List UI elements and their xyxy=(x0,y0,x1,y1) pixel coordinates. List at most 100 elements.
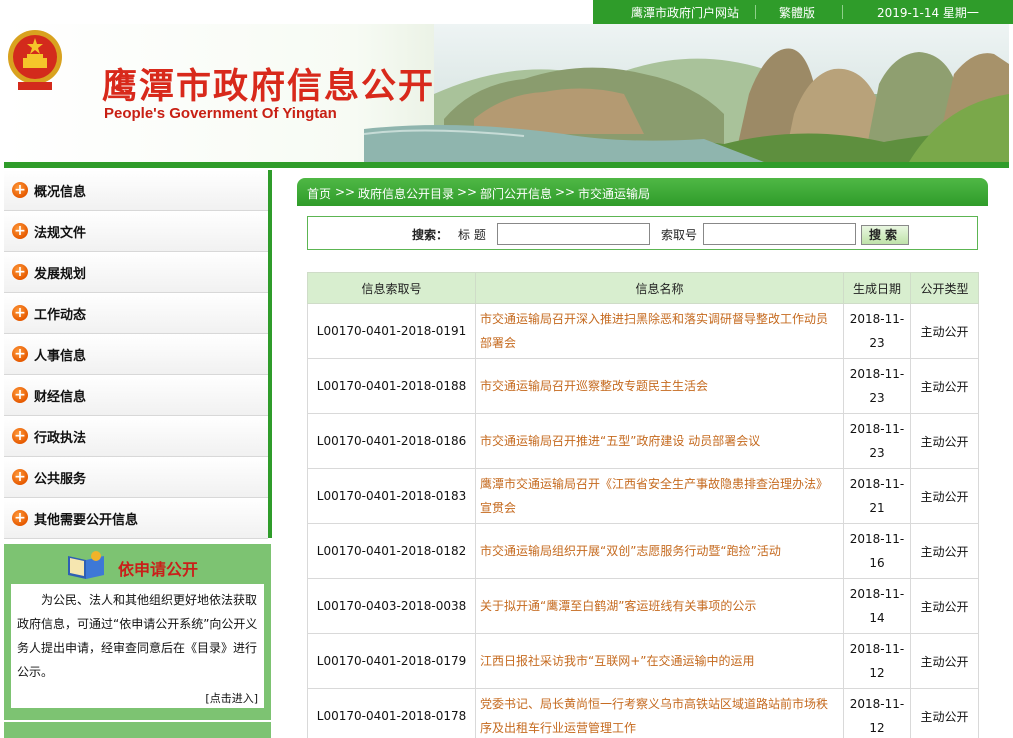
sidebar-item-overview[interactable]: + 概况信息 xyxy=(4,170,268,211)
apply-description: 为公民、法人和其他组织更好地依法获取政府信息，可通过“依申请公开系统”向公开义务… xyxy=(17,593,258,679)
breadcrumb-separator: >> xyxy=(335,185,356,199)
table-row: L00170-0401-2018-0178 党委书记、局长黄尚恒一行考察义乌市高铁… xyxy=(307,688,979,738)
row-date: 2018-11-23 xyxy=(843,358,911,414)
secondary-panel xyxy=(4,722,271,738)
sidebar-item-finance[interactable]: + 财经信息 xyxy=(4,375,268,416)
site-subtitle: People's Government Of Yingtan xyxy=(104,105,337,122)
table-row: L00170-0403-2018-0038 关于拟开通“鹰潭至白鹤湖”客运班线有关… xyxy=(307,578,979,634)
row-index-number: L00170-0401-2018-0191 xyxy=(307,303,476,359)
row-title-link[interactable]: 市交通运输局组织开展“双创”志愿服务行动暨“跑捡”活动 xyxy=(475,523,844,579)
row-index-number: L00170-0401-2018-0186 xyxy=(307,413,476,469)
current-date: 2019-1-14 星期一 xyxy=(877,6,979,20)
row-title-link[interactable]: 市交通运输局召开深入推进扫黑除恶和落实调研督导整改工作动员部署会 xyxy=(475,303,844,359)
title-input[interactable] xyxy=(497,223,650,245)
traditional-chinese-link[interactable]: 繁體版 xyxy=(779,4,815,21)
index-number-input[interactable] xyxy=(703,223,856,245)
breadcrumb-separator: >> xyxy=(457,185,478,199)
table-row: L00170-0401-2018-0182 市交通运输局组织开展“双创”志愿服务行… xyxy=(307,523,979,579)
search-label: 搜索： xyxy=(412,228,449,242)
index-number-label: 索取号 xyxy=(661,228,698,242)
table-row: L00170-0401-2018-0183 鹰潭市交通运输局召开《江西省安全生产事… xyxy=(307,468,979,524)
breadcrumb-separator: >> xyxy=(555,185,576,199)
column-header-name: 信息名称 xyxy=(475,272,844,304)
sidebar-item-label: 公共服务 xyxy=(34,472,87,487)
breadcrumb-dept[interactable]: 部门公开信息 xyxy=(480,185,552,202)
row-type: 主动公开 xyxy=(910,523,979,579)
row-type: 主动公开 xyxy=(910,633,979,689)
sidebar-nav: + 概况信息 + 法规文件 + 发展规划 + 工作动态 + 人事信息 + 财经信息 + 行政执… xyxy=(4,170,272,539)
apply-panel-body: 为公民、法人和其他组织更好地依法获取政府信息，可通过“依申请公开系统”向公开义务… xyxy=(11,584,264,708)
table-row: L00170-0401-2018-0191 市交通运输局召开深入推进扫黑除恶和落实… xyxy=(307,303,979,359)
table-row: L00170-0401-2018-0179 江西日报社采访我市“互联网+”在交通运… xyxy=(307,633,979,689)
plus-icon: + xyxy=(12,510,28,526)
site-title: 鹰潭市政府信息公开 xyxy=(102,67,436,107)
apply-enter-link[interactable]: [点击进入] xyxy=(205,690,258,706)
row-date: 2018-11-21 xyxy=(843,468,911,524)
column-header-type: 公开类型 xyxy=(910,272,979,304)
row-title-link[interactable]: 党委书记、局长黄尚恒一行考察义乌市高铁站区域道路站前市场秩序及出租车行业运营管理… xyxy=(475,688,844,738)
plus-icon: + xyxy=(12,346,28,362)
sidebar-item-public-service[interactable]: + 公共服务 xyxy=(4,457,268,498)
row-date: 2018-11-12 xyxy=(843,688,911,738)
row-title-link[interactable]: 江西日报社采访我市“互联网+”在交通运输中的运用 xyxy=(475,633,844,689)
row-title-link[interactable]: 鹰潭市交通运输局召开《江西省安全生产事故隐患排查治理办法》宣贯会 xyxy=(475,468,844,524)
sidebar-item-work-news[interactable]: + 工作动态 xyxy=(4,293,268,334)
header-banner: 鹰潭市政府信息公开 People's Government Of Yingtan xyxy=(4,24,1009,162)
sidebar-item-regulations[interactable]: + 法规文件 xyxy=(4,211,268,252)
sidebar-item-label: 行政执法 xyxy=(34,431,87,446)
row-type: 主动公开 xyxy=(910,303,979,359)
book-icon xyxy=(68,551,104,579)
row-index-number: L00170-0401-2018-0182 xyxy=(307,523,476,579)
row-type: 主动公开 xyxy=(910,468,979,524)
plus-icon: + xyxy=(12,387,28,403)
breadcrumb-current: 市交通运输局 xyxy=(578,187,651,201)
row-type: 主动公开 xyxy=(910,413,979,469)
column-header-index: 信息索取号 xyxy=(307,272,476,304)
search-bar: 搜索： 标 题 索取号 搜索 xyxy=(307,216,978,250)
row-index-number: L00170-0401-2018-0188 xyxy=(307,358,476,414)
row-title-link[interactable]: 市交通运输局召开推进“五型”政府建设 动员部署会议 xyxy=(475,413,844,469)
sidebar-item-label: 人事信息 xyxy=(34,349,87,364)
sidebar-item-label: 财经信息 xyxy=(34,390,87,405)
row-title-link[interactable]: 市交通运输局召开巡察整改专题民主生活会 xyxy=(475,358,844,414)
national-emblem-icon xyxy=(8,30,62,90)
table-row: L00170-0401-2018-0186 市交通运输局召开推进“五型”政府建设 … xyxy=(307,413,979,469)
plus-icon: + xyxy=(12,264,28,280)
column-header-date: 生成日期 xyxy=(843,272,911,304)
banner-divider xyxy=(4,162,1009,168)
row-index-number: L00170-0401-2018-0179 xyxy=(307,633,476,689)
row-index-number: L00170-0403-2018-0038 xyxy=(307,578,476,634)
top-bar: 鹰潭市政府门户网站 繁體版 2019-1-14 星期一 xyxy=(0,0,1013,24)
row-index-number: L00170-0401-2018-0178 xyxy=(307,688,476,738)
plus-icon: + xyxy=(12,223,28,239)
row-date: 2018-11-23 xyxy=(843,303,911,359)
sidebar-item-personnel[interactable]: + 人事信息 xyxy=(4,334,268,375)
sidebar-item-label: 工作动态 xyxy=(34,308,87,323)
plus-icon: + xyxy=(12,305,28,321)
row-title-link[interactable]: 关于拟开通“鹰潭至白鹤湖”客运班线有关事项的公示 xyxy=(475,578,844,634)
sidebar-item-label: 发展规划 xyxy=(34,267,87,282)
sidebar-item-law-enforcement[interactable]: + 行政执法 xyxy=(4,416,268,457)
sidebar-item-planning[interactable]: + 发展规划 xyxy=(4,252,268,293)
breadcrumb-catalog[interactable]: 政府信息公开目录 xyxy=(358,185,454,202)
breadcrumb-home[interactable]: 首页 xyxy=(307,185,331,202)
top-bar-divider xyxy=(755,5,756,19)
sidebar-item-label: 概况信息 xyxy=(34,185,87,200)
row-type: 主动公开 xyxy=(910,688,979,738)
sidebar-item-label: 法规文件 xyxy=(34,226,87,241)
table-header-row: 信息索取号 信息名称 生成日期 公开类型 xyxy=(307,272,979,304)
sidebar-item-other-info[interactable]: + 其他需要公开信息 xyxy=(4,498,268,539)
row-date: 2018-11-12 xyxy=(843,633,911,689)
row-type: 主动公开 xyxy=(910,358,979,414)
apply-disclosure-panel: 依申请公开 为公民、法人和其他组织更好地依法获取政府信息，可通过“依申请公开系统… xyxy=(4,544,271,720)
sidebar-item-label: 其他需要公开信息 xyxy=(34,513,139,528)
search-button[interactable]: 搜索 xyxy=(861,225,909,245)
row-date: 2018-11-23 xyxy=(843,413,911,469)
info-table: 信息索取号 信息名称 生成日期 公开类型 L00170-0401-2018-01… xyxy=(307,272,979,738)
plus-icon: + xyxy=(12,428,28,444)
row-index-number: L00170-0401-2018-0183 xyxy=(307,468,476,524)
top-bar-divider xyxy=(842,5,843,19)
plus-icon: + xyxy=(12,469,28,485)
portal-link[interactable]: 鹰潭市政府门户网站 xyxy=(631,4,739,21)
title-label: 标 题 xyxy=(458,228,486,242)
